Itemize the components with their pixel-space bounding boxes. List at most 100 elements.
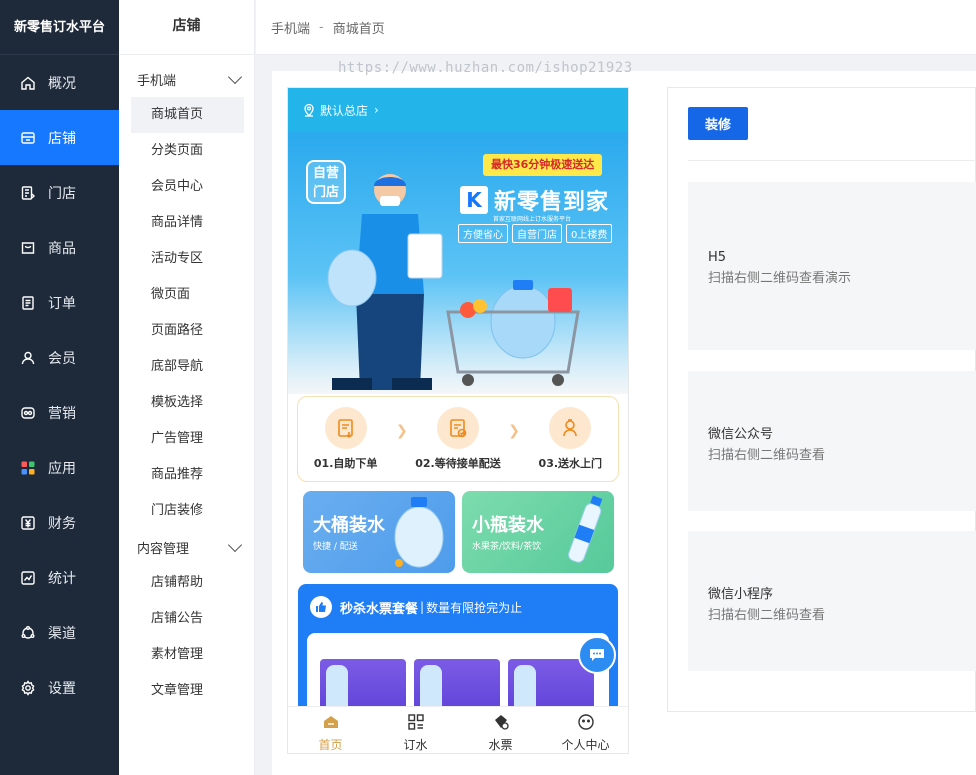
nav-item-label: 营销	[48, 405, 76, 422]
breadcrumb-parent[interactable]: 手机端	[271, 18, 310, 37]
step-label: 02.等待接单配送	[415, 457, 501, 470]
promo-bucket-water[interactable]: 大桶装水 快捷 / 配送	[303, 491, 455, 573]
qr-card-title: 微信公众号	[708, 427, 774, 442]
nav-item-store[interactable]: 店铺	[0, 110, 119, 165]
nav-item-label: 门店	[48, 185, 76, 202]
nav-item-label: 概况	[48, 75, 76, 92]
qr-card-title: 微信小程序	[708, 587, 774, 602]
nav-item-finance[interactable]: 财务	[0, 495, 119, 550]
nav-item-statistics[interactable]: 统计	[0, 550, 119, 605]
feature-chip: 自营门店	[512, 224, 562, 243]
nav-item-overview[interactable]: 概况	[0, 55, 119, 110]
flash-sale-title: 秒杀水票套餐	[340, 601, 419, 617]
qr-card-desc: 扫描右侧二维码查看	[708, 608, 826, 623]
step-self-order: 01.自助下单	[301, 407, 391, 471]
sub-item-product-recommend[interactable]: 商品推荐	[131, 457, 244, 493]
ticket-icon	[494, 715, 509, 730]
feature-chip: 0上楼费	[566, 224, 613, 243]
water-bucket-thumb	[514, 665, 536, 711]
nav-item-marketing[interactable]: 营销	[0, 385, 119, 440]
tab-order-water[interactable]: 订水	[373, 707, 458, 753]
chevron-down-icon	[227, 537, 243, 552]
location-bar[interactable]: 默认总店 ›	[288, 88, 628, 132]
flash-sale-section: 秒杀水票套餐 | 数量有限抢完为止	[298, 584, 618, 724]
sub-item-shop-notice[interactable]: 店铺公告	[131, 601, 244, 637]
qr-card-desc: 扫描右侧二维码查看演示	[708, 271, 852, 286]
qr-card-desc: 扫描右侧二维码查看	[708, 448, 826, 463]
breadcrumb: 手机端 - 商城首页	[256, 0, 976, 55]
hero-banner[interactable]: 自营 门店 最快36分钟极速送达 K 新零售到家 首家互联网线上订水服务平台 方…	[288, 132, 628, 394]
group-content[interactable]: 内容管理	[119, 529, 254, 565]
tab-label: 水票	[488, 738, 513, 752]
group-mobile[interactable]: 手机端	[119, 61, 254, 97]
step-arrow-icon: ❯	[395, 423, 408, 439]
chevron-down-icon	[227, 69, 243, 84]
main-nav: 新零售订水平台 概况 店铺 门店 商品 订单 会员 营销 应用 财务 统计 渠道…	[0, 0, 119, 775]
nav-item-shops[interactable]: 门店	[0, 165, 119, 220]
nav-item-channels[interactable]: 渠道	[0, 605, 119, 660]
sub-item-bottom-nav[interactable]: 底部导航	[131, 349, 244, 385]
sub-nav: 店铺 手机端 商城首页 分类页面 会员中心 商品详情 活动专区 微页面 页面路径…	[119, 0, 255, 775]
product-icon	[20, 240, 36, 256]
decorate-button[interactable]: 装修	[688, 107, 748, 140]
sub-item-article-manage[interactable]: 文章管理	[131, 673, 244, 709]
qr-card-wechat-official: 微信公众号 扫描右侧二维码查看	[688, 371, 976, 511]
sub-item-shop-decor[interactable]: 门店装修	[131, 493, 244, 529]
nav-item-orders[interactable]: 订单	[0, 275, 119, 330]
chat-bubble-icon	[590, 649, 604, 661]
chevron-right-icon: ›	[374, 103, 379, 117]
qr-card-h5: H5 扫描右侧二维码查看演示	[688, 182, 976, 350]
promo-bottle-water[interactable]: 小瓶装水 水果茶/饮料/茶饮	[462, 491, 614, 573]
sub-item-micro-page[interactable]: 微页面	[131, 277, 244, 313]
breadcrumb-current: 商城首页	[332, 21, 385, 37]
tab-profile[interactable]: 个人中心	[543, 707, 628, 753]
settings-icon	[20, 679, 36, 696]
thumbs-up-icon	[310, 596, 332, 618]
shopping-cart-illustration	[446, 280, 580, 386]
home-icon	[323, 716, 338, 728]
store-icon	[20, 130, 36, 146]
breadcrumb-separator: -	[319, 19, 324, 35]
order-check-icon	[436, 407, 479, 449]
sub-item-category-page[interactable]: 分类页面	[131, 133, 244, 169]
customer-service-button[interactable]	[578, 636, 616, 674]
feature-chips: 方便省心 自营门店 0上楼费	[458, 224, 613, 243]
profile-icon	[577, 714, 594, 730]
sub-item-material-manage[interactable]: 素材管理	[131, 637, 244, 673]
nav-item-products[interactable]: 商品	[0, 220, 119, 275]
flash-sale-header[interactable]: 秒杀水票套餐 | 数量有限抢完为止	[298, 584, 618, 630]
nav-item-settings[interactable]: 设置	[0, 660, 119, 715]
sub-item-mall-home[interactable]: 商城首页	[131, 97, 244, 133]
group-label: 手机端	[137, 73, 177, 89]
sub-item-page-path[interactable]: 页面路径	[131, 313, 244, 349]
tab-water-ticket[interactable]: 水票	[458, 707, 543, 753]
group-label: 内容管理	[137, 541, 190, 557]
tab-label: 订水	[403, 738, 428, 752]
user-icon	[20, 350, 36, 366]
sub-item-template-select[interactable]: 模板选择	[131, 385, 244, 421]
sub-item-shop-help[interactable]: 店铺帮助	[131, 565, 244, 601]
logo-subtitle: 首家互联网线上订水服务平台	[493, 216, 572, 223]
sub-item-ad-manage[interactable]: 广告管理	[131, 421, 244, 457]
nav-item-label: 商品	[48, 240, 76, 257]
promo-title: 大桶装水	[313, 515, 385, 536]
nav-item-members[interactable]: 会员	[0, 330, 119, 385]
panel-divider	[688, 160, 976, 161]
brand-logo: K 新零售到家	[460, 184, 609, 216]
order-form-icon	[324, 407, 367, 449]
sub-item-product-detail[interactable]: 商品详情	[131, 205, 244, 241]
logo-name: 新零售到家	[494, 190, 610, 215]
brand-title: 新零售订水平台	[0, 0, 119, 55]
watermark-url: https://www.huzhan.com/ishop21923	[338, 60, 633, 76]
nav-item-label: 订单	[48, 295, 76, 312]
sub-item-member-center[interactable]: 会员中心	[131, 169, 244, 205]
nav-item-apps[interactable]: 应用	[0, 440, 119, 495]
chart-icon	[20, 570, 36, 586]
tab-home[interactable]: 首页	[288, 707, 373, 753]
order-icon	[20, 295, 36, 311]
nav-item-label: 统计	[48, 570, 76, 587]
location-pin-icon	[304, 103, 314, 117]
qr-card-mini-program: 微信小程序 扫描右侧二维码查看	[688, 531, 976, 671]
sub-item-activity-zone[interactable]: 活动专区	[131, 241, 244, 277]
water-bucket-thumb	[420, 665, 442, 711]
